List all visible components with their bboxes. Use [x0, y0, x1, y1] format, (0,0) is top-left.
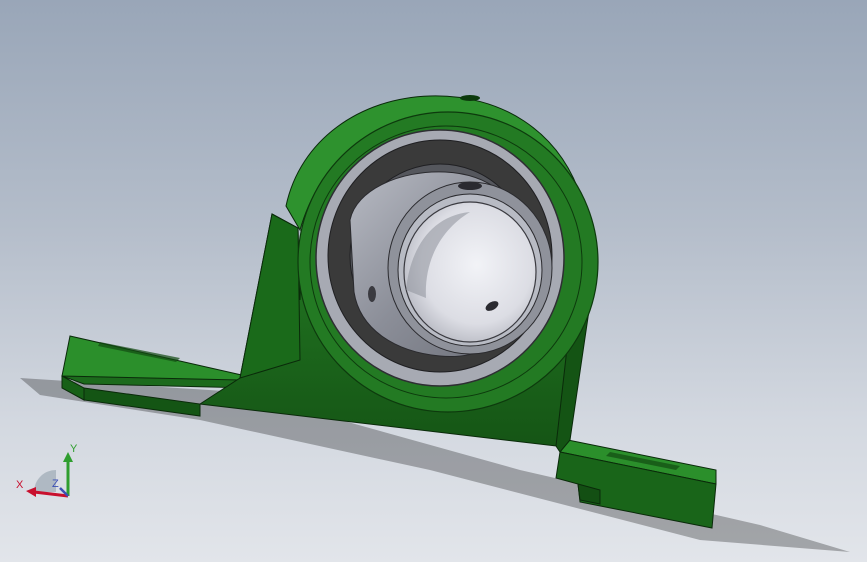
set-screw-hole-1	[458, 182, 482, 190]
reference-triad: Y X Z	[12, 440, 87, 510]
y-axis-label: Y	[70, 443, 78, 455]
grease-fitting-hole	[460, 95, 480, 101]
pillow-block-bearing-model[interactable]	[0, 0, 867, 562]
x-axis-label: X	[16, 479, 24, 491]
z-axis-label: Z	[52, 478, 59, 490]
graphics-area[interactable]: Y X Z	[0, 0, 867, 562]
set-screw-hole-3	[368, 286, 376, 302]
bearing-insert[interactable]	[315, 129, 565, 387]
